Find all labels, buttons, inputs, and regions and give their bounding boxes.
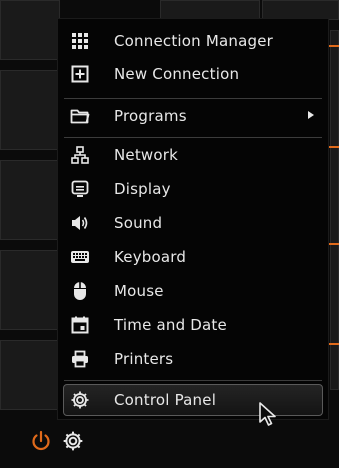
power-icon[interactable] [30, 430, 52, 456]
menu-item-control-panel[interactable]: Control Panel [63, 384, 323, 416]
menu-item-label: Programs [114, 107, 187, 125]
start-menu: Connection Manager New Connection Progra… [57, 18, 329, 420]
menu-item-label: Printers [114, 350, 174, 368]
menu-separator [64, 98, 322, 99]
desktop-tile [0, 160, 60, 240]
grid-icon [70, 31, 90, 51]
display-icon [70, 179, 90, 199]
menu-item-network[interactable]: Network [64, 139, 322, 171]
calendar-icon [70, 315, 90, 335]
printer-icon [70, 349, 90, 369]
folder-icon [70, 106, 90, 126]
menu-item-label: Connection Manager [114, 32, 273, 50]
menu-item-connection-manager[interactable]: Connection Manager [64, 25, 322, 57]
desktop-tile [0, 70, 60, 150]
desktop-tile [330, 30, 339, 390]
menu-item-new-connection[interactable]: New Connection [64, 58, 322, 90]
menu-item-label: New Connection [114, 65, 240, 83]
menu-separator [64, 137, 322, 138]
desktop-tile [160, 0, 260, 20]
menu-item-printers[interactable]: Printers [64, 343, 322, 375]
menu-item-programs[interactable]: Programs [64, 100, 322, 132]
desktop-tile [0, 340, 60, 410]
menu-item-mouse[interactable]: Mouse [64, 275, 322, 307]
desktop-tile [0, 250, 60, 330]
mouse-icon [70, 281, 90, 301]
menu-item-keyboard[interactable]: Keyboard [64, 241, 322, 273]
plus-box-icon [70, 64, 90, 84]
menu-item-label: Sound [114, 214, 163, 232]
menu-item-label: Mouse [114, 282, 164, 300]
speaker-icon [70, 213, 90, 233]
menu-item-sound[interactable]: Sound [64, 207, 322, 239]
menu-item-label: Control Panel [114, 391, 217, 409]
gear-icon[interactable] [62, 430, 84, 456]
menu-item-label: Network [114, 146, 179, 164]
menu-item-label: Display [114, 180, 171, 198]
desktop-tile [0, 0, 60, 60]
menu-item-label: Time and Date [114, 316, 227, 334]
mouse-pointer-icon [258, 402, 280, 432]
menu-separator [64, 380, 322, 381]
desktop: Connection Manager New Connection Progra… [0, 0, 339, 468]
menu-item-label: Keyboard [114, 248, 187, 266]
keyboard-icon [70, 247, 90, 267]
network-icon [70, 145, 90, 165]
menu-item-display[interactable]: Display [64, 173, 322, 205]
submenu-arrow-icon [308, 111, 314, 119]
desktop-tile [262, 0, 339, 20]
gear-icon [70, 390, 90, 410]
menu-item-time-and-date[interactable]: Time and Date [64, 309, 322, 341]
